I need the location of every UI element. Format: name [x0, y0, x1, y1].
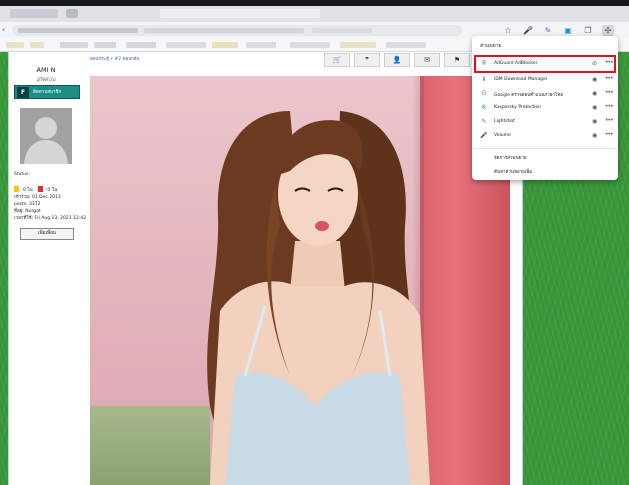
more-icon[interactable]: •••: [605, 117, 614, 124]
shield-icon: ⛨: [481, 60, 487, 67]
badge-label: ติดตามสมาชิก: [33, 90, 62, 95]
bookmark[interactable]: [126, 42, 156, 48]
pen-icon[interactable]: ✎: [542, 25, 554, 36]
google-icon: G: [481, 90, 487, 97]
post-photo: [90, 76, 510, 485]
more-icon[interactable]: •••: [605, 89, 614, 96]
feather-icon: ✎: [481, 118, 487, 125]
cart-button[interactable]: 🛒: [324, 53, 350, 67]
omnibox[interactable]: [12, 25, 462, 36]
pin-icon[interactable]: ◉: [592, 90, 597, 97]
pin-icon[interactable]: ◉: [592, 104, 597, 111]
profile-button[interactable]: 👤: [384, 53, 410, 67]
report-button[interactable]: ⚑: [444, 53, 470, 67]
pin-off-icon[interactable]: ⊘: [592, 60, 597, 67]
tab-icon[interactable]: ❐: [582, 25, 594, 36]
red-card-icon: [38, 186, 44, 192]
extension-label: AdGuard AdBlocker: [494, 61, 538, 66]
pin-icon[interactable]: ◉: [592, 118, 597, 125]
message-button[interactable]: ✉: [414, 53, 440, 67]
post-count: posts: 3372: [14, 202, 41, 207]
extension-label: Google ตรวจสอบคำแปลภาษาไทย: [494, 93, 564, 98]
bookmark[interactable]: [60, 42, 88, 48]
last-visit: เวลาที่ใช้: Fri Aug 13, 2021 12:42: [14, 216, 86, 221]
pin-icon[interactable]: ◉: [592, 132, 597, 139]
quote-button[interactable]: ❞: [354, 53, 380, 67]
more-icon[interactable]: •••: [605, 103, 614, 110]
username[interactable]: AMI N: [8, 66, 84, 74]
add-friend-button[interactable]: เพิ่มเพื่อน: [20, 228, 74, 240]
extension-label: Kaspersky Protection: [494, 105, 542, 110]
star-icon[interactable]: ☆: [502, 25, 514, 36]
cart-icon: 🛒: [332, 56, 342, 64]
tab[interactable]: [160, 9, 320, 18]
joined-date: เข้าร่วม: 01 Dec 2013: [14, 195, 61, 200]
find-extensions-link[interactable]: ค้นหาส่วนขยายเพิ่ม: [494, 168, 532, 175]
portrait-illustration: [207, 111, 430, 485]
more-icon[interactable]: •••: [605, 59, 614, 66]
badge-icon: F: [17, 87, 29, 98]
download-icon: ⬇: [481, 76, 487, 83]
bookmark[interactable]: [6, 42, 24, 48]
bookmark[interactable]: [212, 42, 238, 48]
status-label: Status:: [14, 172, 30, 177]
kaspersky-icon: K: [482, 104, 486, 111]
quote-icon: ❞: [365, 56, 369, 64]
post-action-bar: 🛒 ❞ 👤 ✉ ⚑: [324, 52, 474, 68]
more-icon[interactable]: •••: [605, 131, 614, 138]
extensions-icon[interactable]: ✣: [602, 25, 614, 36]
stat-b: : 0 โน: [44, 188, 58, 193]
bookmark[interactable]: [166, 42, 206, 48]
bookmark[interactable]: [290, 42, 330, 48]
back-icon[interactable]: ‹: [2, 25, 5, 34]
user-stats: : 0 โน : 0 โน เข้าร่วม: 01 Dec 2013 post…: [14, 186, 86, 222]
extension-label: Volume: [494, 133, 511, 138]
extension-label: Lightshot: [494, 119, 515, 124]
bookmark[interactable]: [386, 42, 426, 48]
pin-icon[interactable]: ◉: [592, 76, 597, 83]
extension-item-kaspersky[interactable]: K Kaspersky Protection ◉ •••: [476, 101, 614, 115]
message-icon: ✉: [424, 56, 430, 64]
stat-row: : 0 โน : 0 โน: [14, 186, 86, 194]
manage-extensions-link[interactable]: จัดการส่วนขยาย: [494, 154, 526, 161]
tab[interactable]: [66, 9, 78, 18]
breadcrumb[interactable]: ตอบกระทู้ • #2 ตอบกลับ: [90, 55, 139, 62]
extension-item-adguard[interactable]: ⛨ AdGuard AdBlocker ⊘ •••: [474, 55, 616, 73]
report-icon: ⚑: [453, 56, 461, 64]
extension-label: IDM Download Manager: [494, 77, 548, 82]
extensions-title: ส่วนขยาย: [480, 43, 502, 49]
page-scrollbar[interactable]: [617, 52, 629, 485]
bookmark[interactable]: [340, 42, 376, 48]
user-role: ผู้ใช้ทั่วไป: [36, 78, 56, 83]
mic-icon: 🎤: [480, 132, 488, 139]
screenshot-icon[interactable]: ▣: [562, 25, 574, 36]
bookmark[interactable]: [246, 42, 276, 48]
tab[interactable]: [10, 9, 58, 18]
tab-bar: [0, 6, 629, 22]
extension-item-idm[interactable]: ⬇ IDM Download Manager ◉ •••: [476, 73, 614, 87]
bookmark[interactable]: [94, 42, 116, 48]
member-badge: F ติดตามสมาชิก: [14, 85, 80, 99]
extension-item-volume[interactable]: 🎤 Volume ◉ •••: [476, 129, 614, 143]
profile-icon: 👤: [392, 56, 402, 64]
extension-item-google[interactable]: G Google ตรวจสอบคำแปลภาษาไทย ◉ •••: [476, 87, 614, 101]
stat-a: : 0 โน: [20, 188, 33, 193]
user-profile-panel: AMI N ผู้ใช้ทั่วไป F ติดตามสมาชิก Status…: [8, 60, 86, 250]
avatar: [20, 108, 72, 164]
divider: [472, 148, 618, 149]
mic-icon[interactable]: 🎤: [522, 25, 534, 36]
more-icon[interactable]: •••: [605, 75, 614, 82]
extensions-popup: ส่วนขยาย ⛨ AdGuard AdBlocker ⊘ ••• ⬇ IDM…: [472, 36, 618, 180]
bookmark[interactable]: [30, 42, 44, 48]
extension-item-lightshot[interactable]: ✎ Lightshot ◉ •••: [476, 115, 614, 129]
user-from: ที่อยู่: Nurgat: [14, 209, 41, 214]
yellow-card-icon: [14, 186, 19, 192]
default-avatar-icon: [20, 108, 72, 164]
